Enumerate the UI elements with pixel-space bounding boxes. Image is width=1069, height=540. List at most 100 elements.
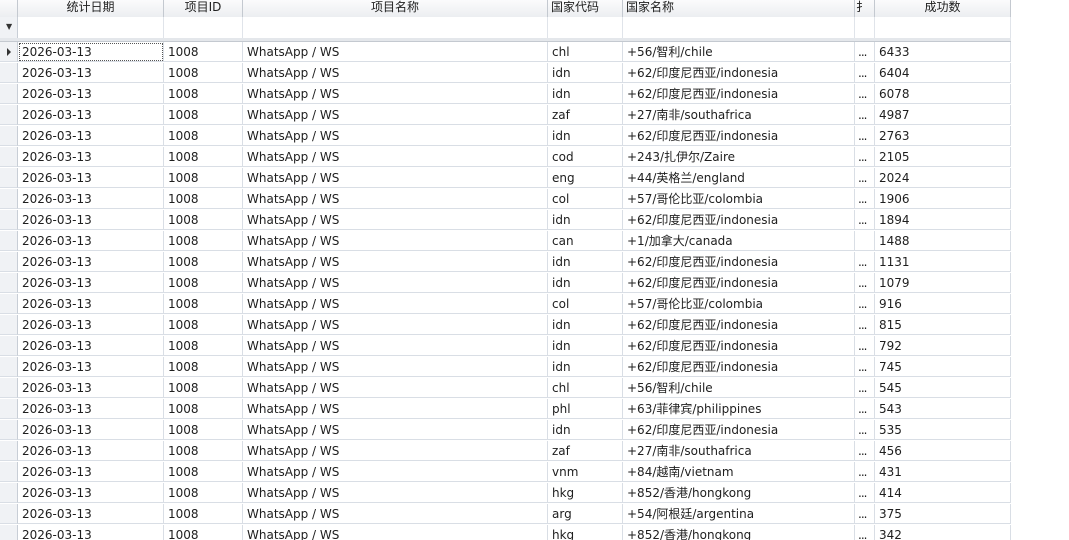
- cell-success-count[interactable]: 431: [875, 462, 1011, 482]
- cell-country-name[interactable]: +44/英格兰/england: [623, 168, 855, 188]
- cell-project-name[interactable]: WhatsApp / WS: [243, 105, 548, 125]
- cell-project-name[interactable]: WhatsApp / WS: [243, 483, 548, 503]
- cell-country-name[interactable]: +56/智利/chile: [623, 42, 855, 62]
- table-row[interactable]: 2026-03-13 1008 WhatsApp / WS idn +62/印度尼西亚/…: [0, 357, 1011, 378]
- cell-project-name[interactable]: WhatsApp / WS: [243, 357, 548, 377]
- cell-date[interactable]: 2026-03-13: [18, 462, 164, 482]
- cell-date[interactable]: 2026-03-13: [18, 336, 164, 356]
- cell-project-name[interactable]: WhatsApp / WS: [243, 273, 548, 293]
- cell-country-name[interactable]: +1/加拿大/canada: [623, 231, 855, 251]
- filter-cell-project-name[interactable]: [243, 17, 548, 38]
- cell-project-name[interactable]: WhatsApp / WS: [243, 42, 548, 62]
- cell-project-id[interactable]: 1008: [164, 378, 243, 398]
- cell-country-name[interactable]: +54/阿根廷/argentina: [623, 504, 855, 524]
- cell-country-name[interactable]: +852/香港/hongkong: [623, 483, 855, 503]
- cell-truncated[interactable]: ...: [855, 84, 875, 104]
- cell-date[interactable]: 2026-03-13: [18, 42, 164, 62]
- cell-date[interactable]: 2026-03-13: [18, 483, 164, 503]
- cell-country-name[interactable]: +62/印度尼西亚/indonesia: [623, 63, 855, 83]
- cell-success-count[interactable]: 792: [875, 336, 1011, 356]
- table-row[interactable]: 2026-03-13 1008 WhatsApp / WS eng +44/英格兰/en…: [0, 168, 1011, 189]
- cell-country-name[interactable]: +27/南非/southafrica: [623, 105, 855, 125]
- cell-country-code[interactable]: idn: [548, 63, 623, 83]
- row-indicator[interactable]: [0, 273, 18, 293]
- cell-date[interactable]: 2026-03-13: [18, 441, 164, 461]
- table-row[interactable]: 2026-03-13 1008 WhatsApp / WS idn +62/印度尼西亚/…: [0, 315, 1011, 336]
- cell-country-code[interactable]: col: [548, 189, 623, 209]
- row-indicator[interactable]: [0, 63, 18, 83]
- table-row[interactable]: 2026-03-13 1008 WhatsApp / WS cod +243/扎伊尔/Z…: [0, 147, 1011, 168]
- cell-project-id[interactable]: 1008: [164, 504, 243, 524]
- cell-country-code[interactable]: zaf: [548, 105, 623, 125]
- cell-country-code[interactable]: chl: [548, 42, 623, 62]
- cell-truncated[interactable]: ...: [855, 462, 875, 482]
- cell-truncated[interactable]: ...: [855, 105, 875, 125]
- cell-truncated[interactable]: ...: [855, 273, 875, 293]
- cell-truncated[interactable]: ...: [855, 147, 875, 167]
- cell-truncated[interactable]: ...: [855, 126, 875, 146]
- cell-country-name[interactable]: +57/哥伦比亚/colombia: [623, 294, 855, 314]
- cell-project-id[interactable]: 1008: [164, 315, 243, 335]
- cell-success-count[interactable]: 916: [875, 294, 1011, 314]
- cell-success-count[interactable]: 1906: [875, 189, 1011, 209]
- row-indicator[interactable]: [0, 315, 18, 335]
- cell-country-code[interactable]: can: [548, 231, 623, 251]
- row-indicator[interactable]: [0, 294, 18, 314]
- cell-date[interactable]: 2026-03-13: [18, 504, 164, 524]
- cell-project-id[interactable]: 1008: [164, 273, 243, 293]
- row-indicator[interactable]: [0, 462, 18, 482]
- row-indicator[interactable]: [0, 378, 18, 398]
- cell-project-id[interactable]: 1008: [164, 420, 243, 440]
- cell-truncated[interactable]: ...: [855, 63, 875, 83]
- table-row[interactable]: 2026-03-13 1008 WhatsApp / WS idn +62/印度尼西亚/…: [0, 210, 1011, 231]
- filter-cell-country-code[interactable]: [548, 17, 623, 38]
- table-row[interactable]: 2026-03-13 1008 WhatsApp / WS chl +56/智利/chi…: [0, 378, 1011, 399]
- cell-truncated[interactable]: ...: [855, 420, 875, 440]
- cell-project-name[interactable]: WhatsApp / WS: [243, 168, 548, 188]
- row-indicator[interactable]: [0, 525, 18, 540]
- cell-country-code[interactable]: vnm: [548, 462, 623, 482]
- cell-country-name[interactable]: +62/印度尼西亚/indonesia: [623, 420, 855, 440]
- row-indicator[interactable]: [0, 399, 18, 419]
- cell-project-id[interactable]: 1008: [164, 63, 243, 83]
- cell-country-code[interactable]: eng: [548, 168, 623, 188]
- cell-success-count[interactable]: 6078: [875, 84, 1011, 104]
- table-row[interactable]: 2026-03-13 1008 WhatsApp / WS idn +62/印度尼西亚/…: [0, 273, 1011, 294]
- cell-success-count[interactable]: 6404: [875, 63, 1011, 83]
- cell-project-name[interactable]: WhatsApp / WS: [243, 399, 548, 419]
- cell-country-name[interactable]: +852/香港/hongkong: [623, 525, 855, 540]
- cell-project-name[interactable]: WhatsApp / WS: [243, 126, 548, 146]
- cell-success-count[interactable]: 815: [875, 315, 1011, 335]
- cell-project-id[interactable]: 1008: [164, 336, 243, 356]
- cell-project-name[interactable]: WhatsApp / WS: [243, 84, 548, 104]
- cell-date[interactable]: 2026-03-13: [18, 399, 164, 419]
- row-indicator[interactable]: [0, 504, 18, 524]
- cell-success-count[interactable]: 2105: [875, 147, 1011, 167]
- cell-project-name[interactable]: WhatsApp / WS: [243, 525, 548, 540]
- cell-project-id[interactable]: 1008: [164, 294, 243, 314]
- cell-country-name[interactable]: +62/印度尼西亚/indonesia: [623, 252, 855, 272]
- cell-truncated[interactable]: ...: [855, 294, 875, 314]
- cell-project-id[interactable]: 1008: [164, 231, 243, 251]
- cell-date[interactable]: 2026-03-13: [18, 420, 164, 440]
- cell-country-code[interactable]: idn: [548, 273, 623, 293]
- cell-project-name[interactable]: WhatsApp / WS: [243, 441, 548, 461]
- row-indicator[interactable]: [0, 210, 18, 230]
- cell-project-name[interactable]: WhatsApp / WS: [243, 462, 548, 482]
- cell-country-name[interactable]: +27/南非/southafrica: [623, 441, 855, 461]
- row-indicator[interactable]: [0, 252, 18, 272]
- row-indicator[interactable]: [0, 441, 18, 461]
- column-header-truncated[interactable]: 扌: [855, 0, 875, 17]
- cell-truncated[interactable]: ...: [855, 336, 875, 356]
- column-header-success-count[interactable]: 成功数: [875, 0, 1011, 17]
- cell-success-count[interactable]: 2763: [875, 126, 1011, 146]
- cell-country-code[interactable]: idn: [548, 357, 623, 377]
- row-indicator[interactable]: [0, 147, 18, 167]
- cell-date[interactable]: 2026-03-13: [18, 294, 164, 314]
- row-indicator[interactable]: [0, 168, 18, 188]
- cell-country-name[interactable]: +63/菲律宾/philippines: [623, 399, 855, 419]
- table-row[interactable]: 2026-03-13 1008 WhatsApp / WS vnm +84/越南/vie…: [0, 462, 1011, 483]
- cell-country-code[interactable]: hkg: [548, 483, 623, 503]
- cell-truncated[interactable]: ...: [855, 441, 875, 461]
- cell-date[interactable]: 2026-03-13: [18, 378, 164, 398]
